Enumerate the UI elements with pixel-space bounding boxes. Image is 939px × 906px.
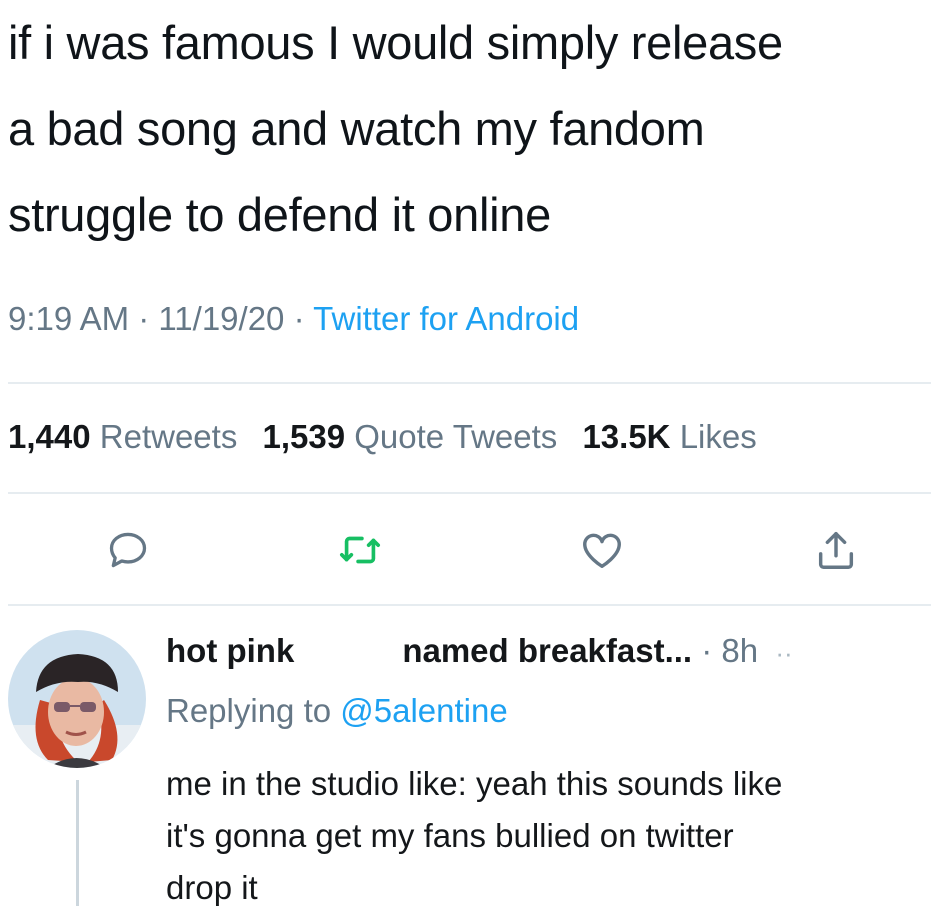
thread-line bbox=[76, 780, 79, 906]
divider bbox=[8, 604, 931, 606]
reply-text-line: me in the studio like: yeah this sounds … bbox=[166, 765, 783, 802]
tweet-actions bbox=[0, 520, 939, 590]
divider bbox=[8, 492, 931, 494]
share-icon bbox=[818, 531, 854, 569]
retweet-button[interactable] bbox=[330, 520, 390, 580]
meta-separator: · bbox=[284, 300, 314, 337]
like-button[interactable] bbox=[572, 520, 632, 580]
reply-header: hot pink named breakfast... · 8h ·· bbox=[166, 632, 793, 670]
reply-text-line: drop it bbox=[166, 869, 258, 906]
tweet-time[interactable]: 9:19 AM bbox=[8, 300, 129, 337]
avatar[interactable] bbox=[8, 630, 146, 768]
quote-tweets-stat[interactable]: 1,539 Quote Tweets bbox=[263, 418, 558, 455]
reply-time[interactable]: · 8h bbox=[701, 632, 758, 669]
reply-display-name-continued[interactable]: named breakfast... bbox=[402, 632, 692, 669]
divider bbox=[8, 382, 931, 384]
replying-handle[interactable]: @5alentine bbox=[340, 692, 507, 729]
likes-stat[interactable]: 13.5K Likes bbox=[582, 418, 756, 455]
tweet-source[interactable]: Twitter for Android bbox=[313, 300, 579, 337]
retweets-stat[interactable]: 1,440 Retweets bbox=[8, 418, 237, 455]
tweet-text-line: a bad song and watch my fandom bbox=[8, 102, 705, 155]
tweet-text-line: struggle to defend it online bbox=[8, 188, 551, 241]
reply-button[interactable] bbox=[98, 520, 158, 580]
reply-tweet[interactable]: hot pink named breakfast... · 8h ·· Reply… bbox=[0, 610, 939, 906]
more-options-icon[interactable]: ·· bbox=[775, 638, 792, 668]
reply-text-line: it's gonna get my fans bullied on twitte… bbox=[166, 817, 734, 854]
tweet-meta: 9:19 AM · 11/19/20 · Twitter for Android bbox=[8, 300, 579, 338]
tweet-text-line: if i was famous I would simply release bbox=[8, 16, 783, 69]
avatar-image bbox=[8, 630, 146, 768]
reply-icon bbox=[109, 532, 147, 568]
tweet-date[interactable]: 11/19/20 bbox=[158, 300, 284, 337]
replying-to: Replying to @5alentine bbox=[166, 692, 508, 730]
meta-separator: · bbox=[129, 300, 159, 337]
reply-display-name[interactable]: hot pink bbox=[166, 632, 294, 669]
like-icon bbox=[583, 533, 621, 569]
tweet-text: if i was famous I would simply release a… bbox=[8, 0, 933, 258]
replying-prefix: Replying to bbox=[166, 692, 341, 729]
share-button[interactable] bbox=[806, 520, 866, 580]
tweet-stats: 1,440 Retweets 1,539 Quote Tweets 13.5K … bbox=[8, 418, 773, 456]
reply-text: me in the studio like: yeah this sounds … bbox=[166, 758, 939, 906]
retweet-icon bbox=[339, 536, 381, 564]
